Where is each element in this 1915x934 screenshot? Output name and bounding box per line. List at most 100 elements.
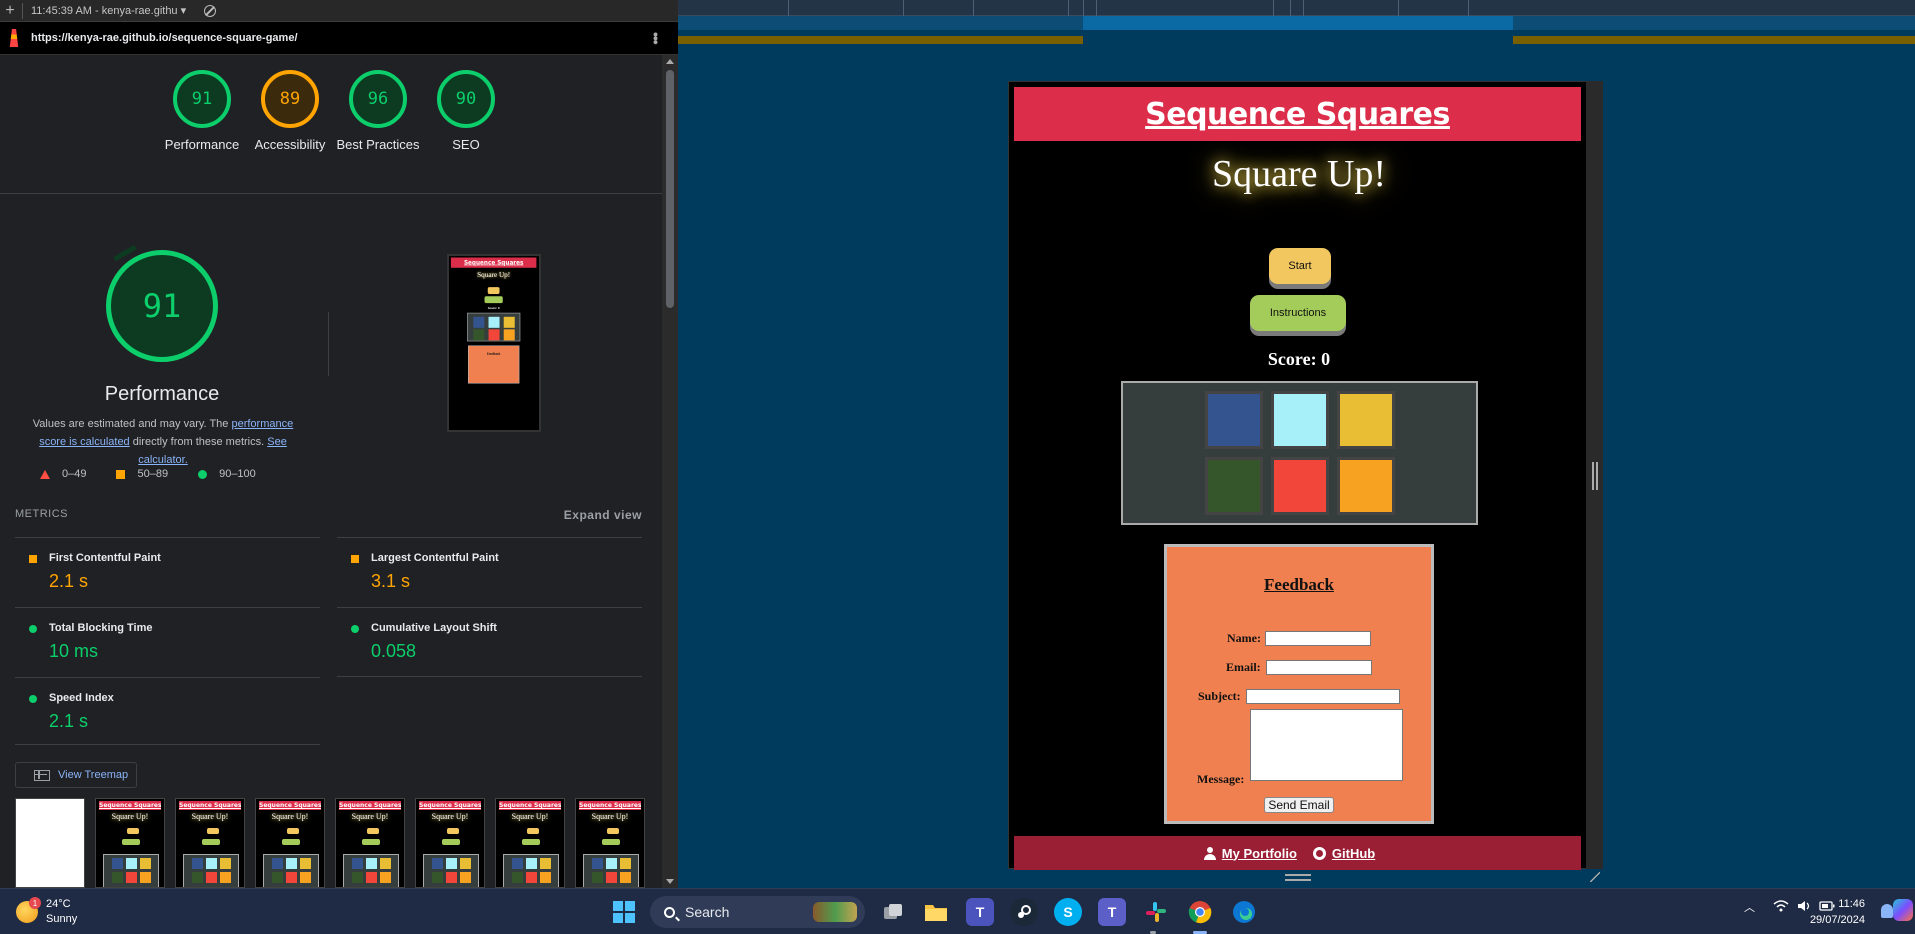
average-square-icon [29, 555, 37, 563]
frame-button [602, 839, 620, 845]
start-button[interactable]: Start [1269, 248, 1331, 284]
clear-icon[interactable] [204, 4, 217, 17]
file-explorer-icon[interactable] [922, 898, 950, 926]
timeline-segment [1513, 36, 1915, 44]
final-screenshot-thumbnail[interactable]: Sequence Squares Square Up! Score: 0 Fee… [447, 254, 541, 432]
panel-scrollbar[interactable] [662, 55, 678, 888]
copilot-icon[interactable] [1893, 899, 1913, 921]
tile-blue[interactable] [1205, 391, 1263, 449]
new-report-icon[interactable]: + [0, 2, 20, 20]
edge-icon[interactable] [1230, 898, 1258, 926]
frame-title: Sequence Squares [179, 801, 241, 810]
section-divider [0, 193, 662, 194]
mini-headline: Square Up! [477, 270, 511, 279]
legend-label: 0–49 [62, 468, 87, 480]
github-link[interactable]: GitHub [1332, 846, 1375, 861]
frame-tile [526, 872, 537, 883]
expand-view-button[interactable]: Expand view [564, 508, 642, 522]
tile-green[interactable] [1205, 457, 1263, 515]
more-options-icon[interactable]: ••• [648, 32, 664, 44]
instructions-button[interactable]: Instructions [1250, 295, 1346, 331]
frame-tile [460, 858, 471, 869]
tile-red[interactable] [1271, 457, 1329, 515]
gauge-performance[interactable]: 91 Performance [158, 70, 246, 154]
teams-icon[interactable]: T [966, 898, 994, 926]
report-selector[interactable]: 11:45:39 AM - kenya-rae.githu ▾ [31, 4, 186, 17]
frame-button [122, 839, 140, 845]
frame-tile [540, 872, 551, 883]
scroll-up-icon[interactable] [666, 59, 674, 64]
name-field[interactable] [1265, 631, 1371, 646]
mini-start [487, 287, 500, 294]
view-treemap-button[interactable]: View Treemap [15, 762, 137, 788]
wifi-icon[interactable] [1773, 899, 1789, 915]
scrollbar-thumb[interactable] [666, 70, 674, 308]
task-view-icon[interactable] [879, 898, 907, 926]
frame-tile [446, 872, 457, 883]
skype-icon[interactable]: S [1054, 898, 1082, 926]
pass-circle-icon [29, 695, 37, 703]
resize-corner-icon[interactable] [1590, 872, 1600, 882]
frame-board [583, 854, 639, 887]
frame-tile [220, 872, 231, 883]
portfolio-link[interactable]: My Portfolio [1222, 846, 1297, 861]
metric-name: Largest Contentful Paint [371, 552, 499, 564]
mini-board [467, 312, 521, 342]
taskbar-search[interactable]: Search [650, 896, 865, 928]
email-label: Email: [1226, 660, 1261, 674]
tile-light-blue[interactable] [1271, 391, 1329, 449]
frame-button [127, 828, 139, 834]
frame-preview: Sequence Squares Square Up! [176, 799, 244, 887]
email-field[interactable] [1266, 660, 1372, 675]
resize-handle-right[interactable] [1592, 462, 1598, 490]
frame-title: Sequence Squares [579, 801, 641, 810]
frame-tile [366, 858, 377, 869]
performance-title: Performance [104, 383, 220, 405]
gauge-best-practices[interactable]: 96 Best Practices [334, 70, 422, 154]
filmstrip-frame: Sequence Squares Square Up! [95, 798, 165, 888]
site-header: Sequence Squares [1014, 87, 1581, 141]
frame-tile [620, 858, 631, 869]
frame-title: Sequence Squares [259, 801, 321, 810]
filmstrip-frame: Sequence Squares Square Up! [415, 798, 485, 888]
weather-widget[interactable]: 1 24°C Sunny [16, 897, 77, 927]
frame-preview: Sequence Squares Square Up! [96, 799, 164, 887]
chrome-icon[interactable] [1186, 898, 1214, 926]
resize-handle-bottom[interactable] [1285, 874, 1311, 881]
steam-icon[interactable] [1010, 898, 1038, 926]
chevron-up-icon[interactable]: ︿ [1744, 899, 1755, 915]
legend-label: 90–100 [219, 468, 256, 480]
weather-temp: 24°C [46, 898, 71, 910]
site-title[interactable]: Sequence Squares [1145, 97, 1450, 132]
filmstrip-frame: Sequence Squares Square Up! [335, 798, 405, 888]
frame-tile [112, 858, 123, 869]
score-gauges: 91 Performance 89 Accessibility 96 Best … [158, 70, 510, 154]
frame-tile [300, 858, 311, 869]
scroll-down-icon[interactable] [666, 879, 674, 884]
frame-tile [606, 872, 617, 883]
volume-icon[interactable] [1797, 900, 1811, 915]
frame-tile [286, 872, 297, 883]
slack-icon[interactable] [1142, 898, 1170, 926]
message-field[interactable] [1250, 709, 1403, 781]
subject-field[interactable] [1246, 689, 1400, 704]
average-square-icon [351, 555, 359, 563]
gauge-accessibility[interactable]: 89 Accessibility [246, 70, 334, 154]
frame-board [103, 854, 159, 887]
search-label: Search [685, 904, 730, 920]
clock[interactable]: 11:46 29/07/2024 [1810, 896, 1865, 928]
tile-yellow[interactable] [1337, 391, 1395, 449]
frame-headline: Square Up! [191, 812, 229, 821]
tile-orange[interactable] [1337, 457, 1395, 515]
teams-new-icon[interactable]: T [1098, 898, 1126, 926]
report-url-bar: https://kenya-rae.github.io/sequence-squ… [0, 22, 678, 55]
screen: + 11:45:39 AM - kenya-rae.githu ▾ https:… [0, 0, 1915, 934]
windows-start-icon[interactable] [610, 898, 638, 926]
mini-instructions [484, 296, 503, 304]
send-email-button[interactable]: Send Email [1264, 797, 1334, 813]
metrics-header: METRICS Expand view [15, 508, 642, 522]
frame-tile [592, 858, 603, 869]
notification-bell-icon[interactable] [1881, 904, 1893, 918]
score-legend: 0–49 50–89 90–100 [40, 468, 286, 480]
gauge-seo[interactable]: 90 SEO [422, 70, 510, 154]
